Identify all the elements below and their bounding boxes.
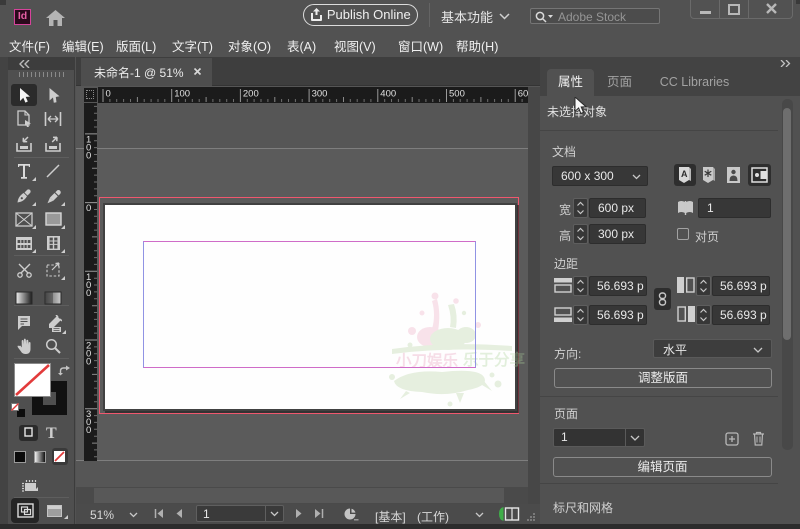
svg-text:0: 0 <box>86 288 91 299</box>
svg-text:600: 600 <box>518 89 528 100</box>
svg-text:500: 500 <box>449 89 465 100</box>
svg-text:A: A <box>681 169 688 179</box>
svg-text:200: 200 <box>243 89 259 100</box>
svg-text:0: 0 <box>86 203 91 214</box>
svg-text:0: 0 <box>86 150 91 161</box>
svg-text:0: 0 <box>86 425 91 436</box>
svg-text:0: 0 <box>86 357 91 368</box>
svg-text:400: 400 <box>380 89 396 100</box>
svg-text:0: 0 <box>106 89 111 100</box>
svg-text:100: 100 <box>174 89 190 100</box>
svg-text:300: 300 <box>312 89 328 100</box>
